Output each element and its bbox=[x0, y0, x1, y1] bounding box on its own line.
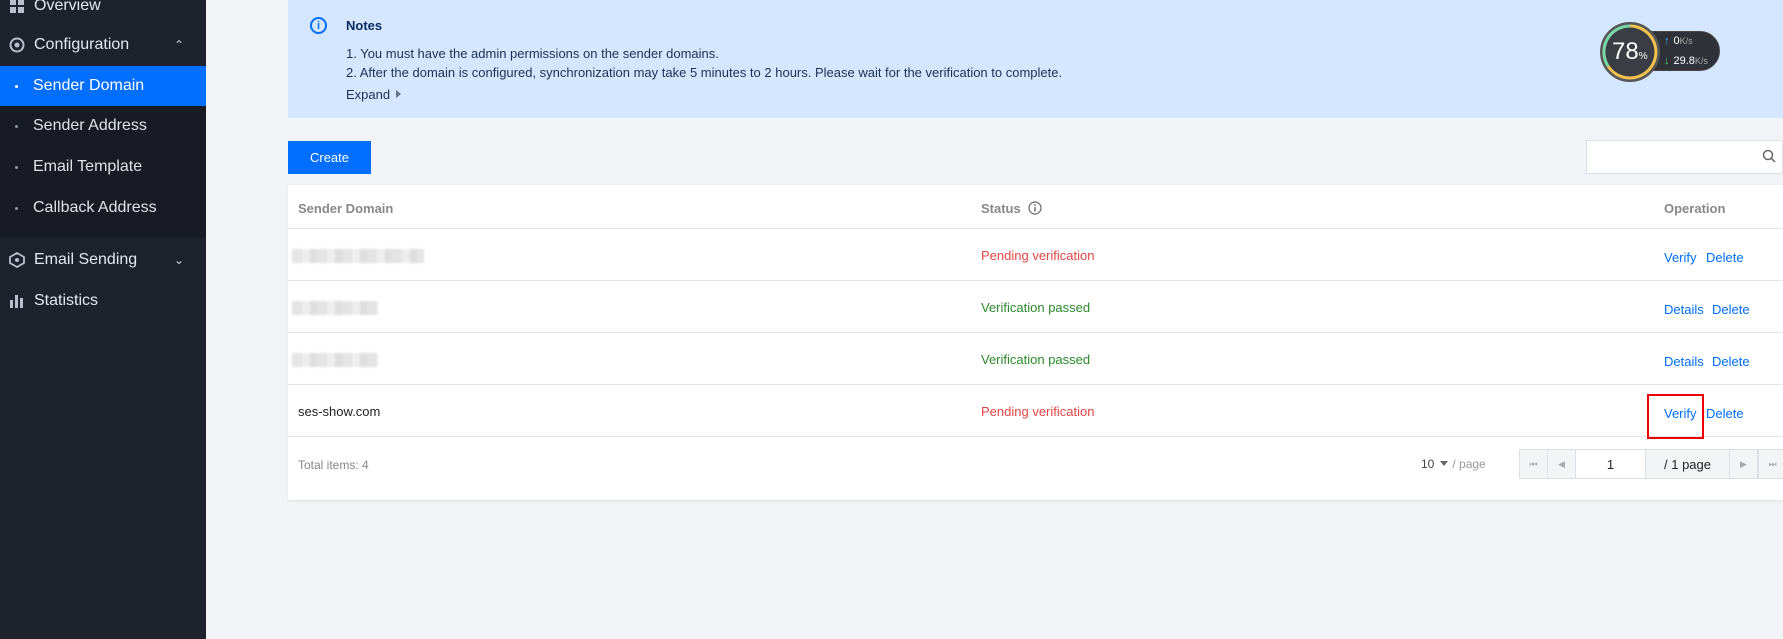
pagination: ⏮ ◀ 1 / 1 page ▶ ⏭ bbox=[1519, 449, 1783, 479]
nav-overview[interactable]: Overview bbox=[0, 0, 206, 26]
caret-down-icon bbox=[1440, 461, 1449, 466]
total-pages-label: / 1 page bbox=[1646, 450, 1730, 478]
domain-text: ses-show.com bbox=[298, 404, 381, 419]
verify-link[interactable]: Verify bbox=[1664, 250, 1697, 265]
info-icon: i bbox=[310, 17, 327, 34]
sidebar-item-email-template[interactable]: Email Template bbox=[0, 147, 206, 187]
arrow-down-icon: ↓ bbox=[1664, 55, 1670, 67]
nav-configuration-label: Configuration bbox=[34, 36, 130, 53]
sidebar-item-sender-address[interactable]: Sender Address bbox=[0, 106, 206, 146]
bullet-icon bbox=[15, 124, 18, 128]
chevron-up-icon: ⌃ bbox=[173, 38, 184, 52]
per-page-label: / page bbox=[1452, 457, 1486, 471]
arrow-up-icon: ↑ bbox=[1664, 35, 1670, 47]
nav-statistics-label: Statistics bbox=[34, 292, 99, 309]
usage-percent: 78% bbox=[1612, 38, 1648, 66]
header-status-label: Status bbox=[981, 201, 1021, 216]
page-size-select[interactable]: 10 / page bbox=[1421, 457, 1486, 471]
notes-line-1: 1. You must have the admin permissions o… bbox=[346, 46, 719, 61]
table-row: ses-show.com Pending verification Verify… bbox=[288, 385, 1783, 437]
sidebar-item-label: Callback Address bbox=[33, 199, 157, 216]
page-number-input[interactable]: 1 bbox=[1576, 450, 1646, 478]
sidebar-item-label: Email Template bbox=[33, 158, 143, 175]
chevron-down-icon: ⌄ bbox=[173, 253, 184, 267]
status-text: Pending verification bbox=[981, 404, 1095, 419]
create-button[interactable]: Create bbox=[288, 141, 371, 174]
notes-title: Notes bbox=[346, 18, 383, 33]
prev-page-button[interactable]: ◀ bbox=[1548, 450, 1576, 478]
download-unit: K/s bbox=[1694, 56, 1708, 66]
first-page-button[interactable]: ⏮ bbox=[1520, 450, 1548, 478]
usage-percent-unit: % bbox=[1638, 51, 1648, 62]
expand-label: Expand bbox=[346, 87, 391, 102]
search-icon bbox=[1762, 149, 1776, 163]
nav-email-sending[interactable]: Email Sending ⌄ bbox=[0, 240, 206, 280]
status-text: Verification passed bbox=[981, 352, 1091, 367]
caret-right-icon bbox=[396, 90, 402, 98]
upload-speed: ↑ 0K/s bbox=[1664, 35, 1693, 47]
table-row: Pending verification Verify Delete bbox=[288, 229, 1783, 281]
details-link[interactable]: Details bbox=[1664, 302, 1704, 317]
highlight-box bbox=[1647, 394, 1704, 439]
redacted-domain bbox=[292, 301, 378, 315]
download-speed: ↓ 29.8K/s bbox=[1664, 55, 1708, 67]
grid-icon bbox=[8, 0, 26, 15]
sidebar-item-callback-address[interactable]: Callback Address bbox=[0, 188, 206, 228]
table-row: Verification passed Details Delete bbox=[288, 333, 1783, 385]
bullet-icon bbox=[15, 84, 18, 88]
usage-percent-value: 78 bbox=[1612, 38, 1639, 65]
last-page-button[interactable]: ⏭ bbox=[1758, 450, 1783, 478]
sender-domain-table: Sender Domain Status Operation Pending v… bbox=[288, 185, 1783, 500]
details-link[interactable]: Details bbox=[1664, 354, 1704, 369]
notes-banner: i Notes 1. You must have the admin permi… bbox=[288, 0, 1783, 118]
sidebar: Overview Configuration ⌃ Sender Domain S… bbox=[0, 0, 206, 639]
upload-unit: K/s bbox=[1679, 36, 1693, 46]
header-sender-domain: Sender Domain bbox=[298, 201, 394, 216]
sidebar-item-sender-domain[interactable]: Sender Domain bbox=[0, 66, 206, 106]
bullet-icon bbox=[15, 165, 18, 169]
table-row: Verification passed Details Delete bbox=[288, 281, 1783, 333]
notes-line-2: 2. After the domain is configured, synch… bbox=[346, 65, 1063, 80]
nav-statistics[interactable]: Statistics bbox=[0, 281, 206, 321]
next-page-button[interactable]: ▶ bbox=[1730, 450, 1758, 478]
nav-overview-label: Overview bbox=[34, 0, 101, 14]
total-items: Total items: 4 bbox=[298, 458, 369, 472]
total-items-count: 4 bbox=[362, 458, 369, 472]
info-icon[interactable] bbox=[1028, 201, 1042, 215]
search-input[interactable] bbox=[1586, 140, 1783, 174]
delete-link[interactable]: Delete bbox=[1712, 354, 1750, 369]
download-value: 29.8 bbox=[1673, 55, 1695, 67]
delete-link[interactable]: Delete bbox=[1706, 250, 1744, 265]
status-text: Pending verification bbox=[981, 248, 1095, 263]
sidebar-item-label: Sender Address bbox=[33, 117, 147, 134]
send-icon bbox=[8, 251, 26, 269]
nav-configuration[interactable]: Configuration ⌃ bbox=[0, 25, 206, 65]
delete-link[interactable]: Delete bbox=[1712, 302, 1750, 317]
sidebar-item-label: Sender Domain bbox=[33, 77, 145, 94]
network-speed-widget[interactable]: 78% ↑ 0K/s ↓ 29.8K/s bbox=[1600, 20, 1720, 82]
header-status: Status bbox=[981, 201, 1042, 216]
redacted-domain bbox=[292, 249, 424, 263]
total-items-label: Total items: bbox=[298, 458, 359, 472]
bar-chart-icon bbox=[8, 292, 26, 310]
expand-link[interactable]: Expand bbox=[346, 87, 402, 102]
redacted-domain bbox=[292, 353, 378, 367]
bullet-icon bbox=[15, 206, 18, 210]
header-operation: Operation bbox=[1664, 201, 1726, 216]
status-text: Verification passed bbox=[981, 300, 1091, 315]
page-size-value: 10 bbox=[1421, 457, 1435, 471]
nav-email-sending-label: Email Sending bbox=[34, 251, 138, 268]
delete-link[interactable]: Delete bbox=[1706, 406, 1744, 421]
settings-icon bbox=[8, 36, 26, 54]
